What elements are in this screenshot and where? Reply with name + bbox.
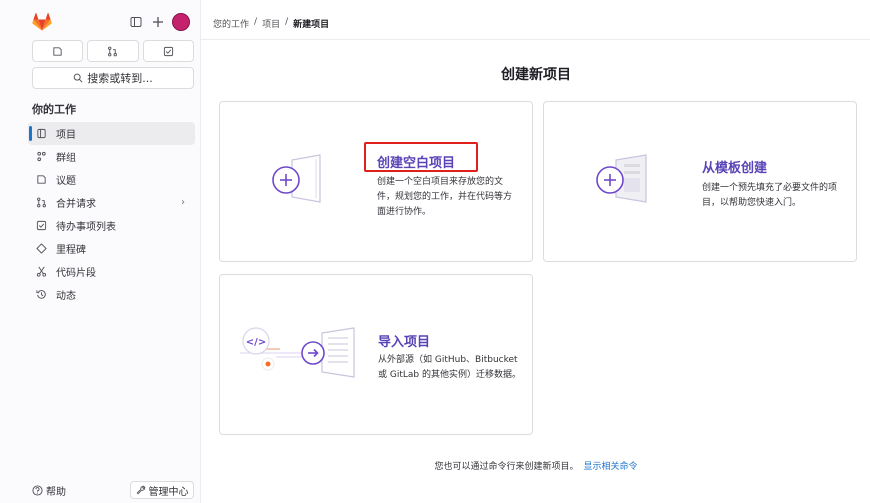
group-icon [34,150,48,164]
sidebar-item-label: 项目 [56,130,76,141]
merge-request-icon [108,46,118,56]
sidebar-item-label: 动态 [56,291,76,302]
sidebar-item-milestones[interactable]: 里程碑 [28,237,195,260]
sidebar-item-todos[interactable]: 待办事项列表 [28,214,195,237]
search-label: 搜索或转到... [87,72,153,85]
todo-icon [163,46,173,56]
merge-requests-shortcut-button[interactable] [87,40,139,62]
card-description: 从外部源（如 GitHub、Bitbucket 或 GitLab 的其他实例）迁… [378,353,530,383]
merge-request-icon [34,196,48,210]
breadcrumb-separator: / [254,17,258,27]
sidebar-item-label: 群组 [56,153,76,164]
card-description-line: 或 GitLab 的其他实例）迁移数据。 [378,370,521,380]
command-line-note: 您也可以通过命令行来创建新项目。 显示相关命令 [202,459,870,472]
todo-icon [34,219,48,233]
create-new-icon[interactable] [149,13,167,31]
search-button[interactable]: 搜索或转到... [32,67,194,89]
sidebar-item-projects[interactable]: 项目 [28,122,195,145]
card-description-line: 从外部源（如 GitHub、Bitbucket [378,355,518,365]
gitlab-logo-icon[interactable] [32,13,52,31]
sidebar-item-groups[interactable]: 群组 [28,145,195,168]
sidebar-nav: 项目 群组 议题 合并请求 › 待办事项列表 里程碑 代码片段 动态 [28,122,195,306]
admin-area-button[interactable]: 管理中心 [130,481,194,499]
sidebar-item-issues[interactable]: 议题 [28,168,195,191]
breadcrumb-separator: / [285,17,289,27]
project-icon [34,127,48,141]
user-avatar[interactable] [172,13,190,31]
issues-icon [34,173,48,187]
sidebar-item-label: 里程碑 [56,245,86,256]
card-description-line: 目，以帮助您快速入门。 [702,198,802,208]
issues-shortcut-button[interactable] [32,40,84,62]
create-from-template-card[interactable]: 从模板创建 创建一个预先填充了必要文件的项 目，以帮助您快速入门。 [543,101,857,262]
breadcrumb: 您的工作 / 项目 / 新建项目 [213,17,329,30]
sidebar-item-label: 议题 [56,176,76,187]
snippet-icon [34,265,48,279]
quick-actions [32,40,194,62]
import-project-card[interactable]: </> 导入项目 从外部源（如 GitHub、Bitbucket 或 GitLa… [219,274,533,435]
sidebar-item-label: 待办事项列表 [56,222,116,233]
card-title: 从模板创建 [702,161,768,176]
card-description: 创建一个预先填充了必要文件的项 目，以帮助您快速入门。 [702,181,852,211]
card-description-line: 创建一个空白项目来存放您的文 [377,177,504,187]
help-icon [32,484,43,496]
admin-label: 管理中心 [148,486,189,498]
section-heading: 你的工作 [32,103,76,116]
card-description-line: 面进行协作。 [377,207,432,217]
blank-project-illustration-icon [272,154,321,203]
help-button[interactable]: 帮助 [32,481,66,499]
sidebar-item-snippets[interactable]: 代码片段 [28,260,195,283]
command-line-note-text: 您也可以通过命令行来创建新项目。 [434,462,579,472]
app-root: 搜索或转到... 你的工作 项目 群组 议题 合并请求 › 待办事项列表 里程碑… [0,0,870,503]
activity-icon [34,288,48,302]
chevron-right-icon: › [181,197,185,208]
card-description-line: 件，规划您的工作，并在代码等方 [377,192,513,202]
sidebar: 搜索或转到... 你的工作 项目 群组 议题 合并请求 › 待办事项列表 里程碑… [0,0,201,503]
template-illustration-icon [596,154,647,203]
svg-text:</>: </> [246,337,266,348]
header-divider [201,39,870,40]
card-description-line: 创建一个预先填充了必要文件的项 [702,183,838,193]
sidebar-item-label: 合并请求 [56,199,96,210]
card-title: 导入项目 [378,335,431,350]
milestone-icon [34,242,48,256]
todos-shortcut-button[interactable] [142,40,194,62]
search-icon [73,73,83,83]
breadcrumb-item-projects[interactable]: 项目 [262,17,280,30]
show-commands-link[interactable]: 显示相关命令 [584,462,638,472]
import-illustration-icon: </> [240,327,355,378]
sidebar-item-label: 代码片段 [56,268,96,279]
create-blank-project-card[interactable]: 创建空白项目 创建一个空白项目来存放您的文 件，规划您的工作，并在代码等方 面进… [219,101,533,262]
page-title: 创建新项目 [501,67,571,83]
highlight-box [364,142,478,172]
wrench-icon [136,485,145,495]
breadcrumb-item-new-project[interactable]: 新建项目 [293,17,329,30]
breadcrumb-item-your-work[interactable]: 您的工作 [213,17,249,30]
sidebar-item-activity[interactable]: 动态 [28,283,195,306]
card-description: 创建一个空白项目来存放您的文 件，规划您的工作，并在代码等方 面进行协作。 [377,175,527,220]
sidebar-item-merge-requests[interactable]: 合并请求 › [28,191,195,214]
sidebar-footer: 帮助 管理中心 [32,481,194,499]
toggle-sidebar-icon[interactable] [127,13,145,31]
issues-icon [53,46,62,56]
sidebar-top-bar [0,0,201,40]
help-label: 帮助 [46,486,66,498]
